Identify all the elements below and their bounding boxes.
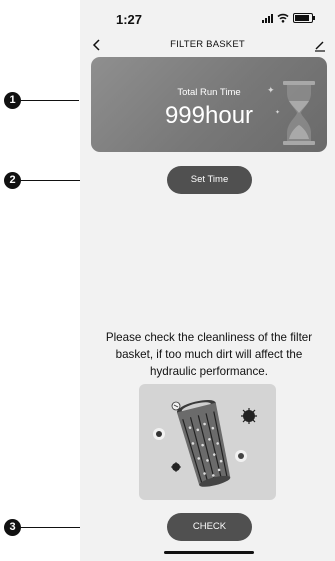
- battery-icon: [293, 13, 315, 23]
- home-indicator: [164, 551, 254, 554]
- callout-3: 3: [4, 519, 21, 536]
- callout-1: 1: [4, 92, 21, 109]
- set-time-button[interactable]: Set Time: [167, 166, 252, 194]
- filter-basket-icon: [153, 399, 257, 487]
- signal-icon: [262, 13, 273, 23]
- status-time: 1:27: [116, 12, 143, 27]
- wifi-icon: [277, 13, 289, 23]
- filter-notice: Please check the cleanliness of the filt…: [105, 331, 313, 378]
- run-time-card: ✦ ✦ Total Run Time 999hour: [91, 57, 327, 152]
- status-icons: [262, 13, 315, 23]
- pencil-icon[interactable]: [311, 36, 329, 54]
- filter-basket-illustration: [139, 384, 276, 500]
- phone-screen: 1:27 FILTER BASKET ✦ ✦ Total Run Time 99…: [80, 0, 335, 561]
- hourglass-icon: [283, 81, 315, 145]
- check-button[interactable]: CHECK: [167, 513, 252, 541]
- page-title: FILTER BASKET: [170, 39, 245, 50]
- callout-2: 2: [4, 172, 21, 189]
- callout-1-line: [21, 100, 79, 101]
- status-bar: 1:27: [80, 0, 335, 34]
- nav-bar: FILTER BASKET: [80, 34, 335, 56]
